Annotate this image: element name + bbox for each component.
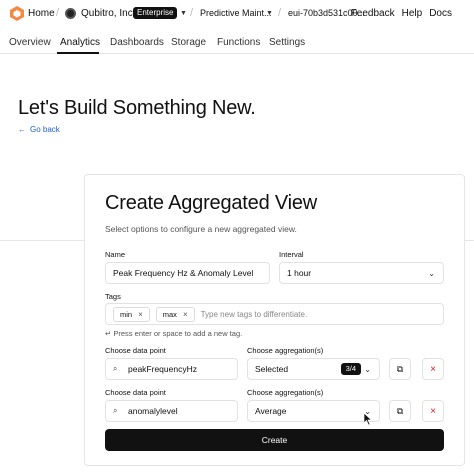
name-value: Peak Frequency Hz & Anomaly Level <box>113 268 254 278</box>
org-name[interactable]: Qubitro, Inc. <box>81 8 135 19</box>
tab-dashboards[interactable]: Dashboards <box>110 37 164 48</box>
create-button[interactable]: Create <box>105 429 444 451</box>
arrow-left-icon: ← <box>18 125 26 134</box>
copy-icon: ⧉ <box>396 363 404 374</box>
copy-icon: ⧉ <box>396 405 404 416</box>
delete-row-button[interactable]: × <box>422 358 444 380</box>
data-point-select[interactable]: ⌕ peakFrequencyHz <box>105 358 238 380</box>
feedback-link[interactable]: Feedback <box>351 8 395 19</box>
aggregation-select[interactable]: Average ⌄ <box>247 400 380 422</box>
name-input[interactable]: Peak Frequency Hz & Anomaly Level <box>105 262 270 284</box>
tab-functions[interactable]: Functions <box>217 37 260 48</box>
remove-tag-icon[interactable]: × <box>183 310 188 319</box>
form-subtitle: Select options to configure a new aggreg… <box>105 224 297 234</box>
breadcrumb-separator: / <box>278 7 282 19</box>
home-link[interactable]: Home <box>28 8 55 19</box>
data-point-label: Choose data point <box>105 388 166 397</box>
docs-link[interactable]: Docs <box>429 8 452 19</box>
enter-key-icon: ↵ <box>105 329 112 338</box>
tags-hint: ↵ Press enter or space to add a new tag. <box>105 329 243 338</box>
tab-analytics[interactable]: Analytics <box>60 37 100 48</box>
duplicate-row-button[interactable]: ⧉ <box>389 400 411 422</box>
top-links: Feedback Help Docs <box>351 8 452 19</box>
tab-bar: Overview Analytics Dashboards Storage Fu… <box>0 27 474 54</box>
app-logo-icon[interactable] <box>10 6 24 21</box>
active-tab-indicator <box>57 52 99 54</box>
search-icon: ⌕ <box>113 364 118 373</box>
tab-settings[interactable]: Settings <box>269 37 305 48</box>
data-point-select[interactable]: ⌕ anomalylevel <box>105 400 238 422</box>
form-title: Create Aggregated View <box>105 192 318 214</box>
aggregation-select[interactable]: Selected 3/4 ⌄ <box>247 358 380 380</box>
org-avatar <box>65 8 76 19</box>
tags-label: Tags <box>105 292 121 301</box>
aggregation-value: Selected <box>255 364 289 374</box>
remove-tag-icon[interactable]: × <box>138 310 143 319</box>
tab-storage[interactable]: Storage <box>171 37 206 48</box>
help-link[interactable]: Help <box>402 8 423 19</box>
section-divider <box>0 240 84 241</box>
chevron-down-icon[interactable]: ▼ <box>266 10 273 17</box>
duplicate-row-button[interactable]: ⧉ <box>389 358 411 380</box>
delete-row-button[interactable]: × <box>422 400 444 422</box>
page-title: Let's Build Something New. <box>18 97 256 119</box>
interval-value: 1 hour <box>287 268 312 278</box>
tag-label: min <box>120 309 133 319</box>
interval-select[interactable]: 1 hour ⌄ <box>279 262 444 284</box>
tags-input[interactable]: min × max × Type new tags to differentia… <box>105 303 444 325</box>
interval-label: Interval <box>279 250 304 259</box>
go-back-link[interactable]: ← Go back <box>18 125 60 134</box>
name-label: Name <box>105 250 126 259</box>
project-selector[interactable]: Predictive Maint... <box>200 8 272 18</box>
chevron-down-icon: ⌄ <box>428 269 435 278</box>
chevron-down-icon: ⌄ <box>364 365 371 374</box>
section-divider <box>465 240 474 241</box>
tag-chip: min × <box>113 306 150 322</box>
tag-chip: max × <box>155 306 195 322</box>
data-point-value: anomalylevel <box>128 406 178 416</box>
data-point-label: Choose data point <box>105 346 166 355</box>
search-icon: ⌕ <box>113 406 118 415</box>
aggregation-value: Average <box>255 406 287 416</box>
data-point-value: peakFrequencyHz <box>128 364 197 374</box>
tag-label: max <box>162 309 177 319</box>
go-back-label: Go back <box>30 125 60 134</box>
org-plan-badge: Enterprise <box>133 7 178 19</box>
mouse-cursor-icon <box>364 413 372 425</box>
aggregation-label: Choose aggregation(s) <box>247 388 324 397</box>
close-icon: × <box>430 405 436 417</box>
create-view-card: Create Aggregated View Select options to… <box>84 174 465 466</box>
chevron-down-icon[interactable]: ▼ <box>180 10 187 17</box>
tags-placeholder: Type new tags to differentiate. <box>200 309 308 319</box>
aggregation-label: Choose aggregation(s) <box>247 346 324 355</box>
breadcrumb-separator: / <box>56 7 60 19</box>
aggregation-count-badge: 3/4 <box>340 363 361 375</box>
top-bar: Home / Qubitro, Inc. Enterprise ▼ / Pred… <box>0 0 474 27</box>
close-icon: × <box>430 363 436 375</box>
tab-overview[interactable]: Overview <box>9 37 51 48</box>
breadcrumb-separator: / <box>190 7 194 19</box>
